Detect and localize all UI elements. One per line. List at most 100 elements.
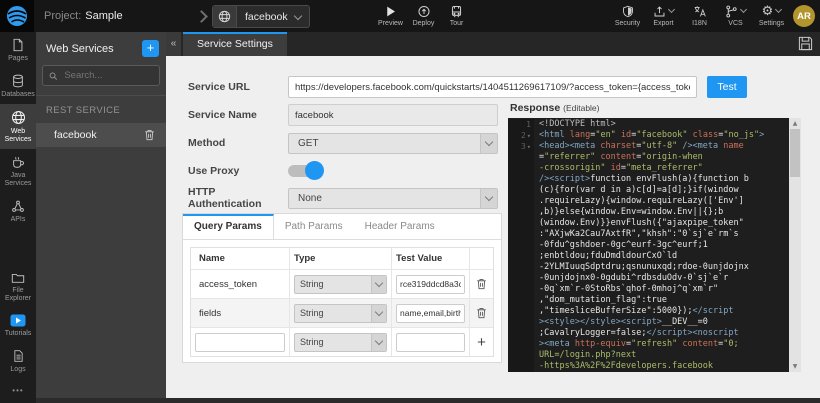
scroll-down-arrow[interactable]: ▼ <box>789 363 801 370</box>
service-url-label: Service URL <box>188 81 288 93</box>
sidebar-item-logs[interactable]: Logs <box>0 343 36 379</box>
main-content: « Service Settings Service URL Test Serv… <box>166 32 820 398</box>
code-line: ;CavalryLogger=false;</script><noscript <box>508 328 789 339</box>
method-select[interactable]: GET <box>288 133 498 154</box>
avatar[interactable]: AR <box>793 5 815 27</box>
new-param-type-select[interactable]: String <box>294 333 387 352</box>
tab-header-params[interactable]: Header Params <box>354 214 446 239</box>
method-label: Method <box>188 137 288 149</box>
code-line: ="referrer" content="origin-when <box>508 152 789 163</box>
scroll-up-arrow[interactable]: ▲ <box>789 120 801 127</box>
code-line: /><script>function envFlush(a){function … <box>508 174 789 185</box>
icon-sidebar: Pages Databases Web Services Java Servic… <box>0 32 36 403</box>
code-line: ,"timesliceBufferSize":5000});</script <box>508 306 789 317</box>
search-input[interactable] <box>62 69 153 82</box>
tab-query-params[interactable]: Query Params <box>183 214 274 239</box>
line-number <box>508 251 534 262</box>
method-row: Method GET <box>188 132 498 154</box>
new-param-name-input[interactable] <box>195 333 285 352</box>
line-number <box>508 328 534 339</box>
preview-button[interactable]: Preview <box>376 0 405 32</box>
sidebar-item-apis[interactable]: APIs <box>0 193 36 229</box>
response-editable-note: (Editable) <box>563 103 599 113</box>
search-icon <box>49 71 57 81</box>
test-button[interactable]: Test <box>707 76 747 98</box>
response-title: Response <box>510 102 560 114</box>
http-auth-select[interactable]: None <box>288 188 498 209</box>
code-line: -0unjdojnx0-0gdubi^rdbsduOdv-0`sj`e`r <box>508 273 789 284</box>
sidebar-item-tutorials[interactable]: Tutorials <box>0 308 36 343</box>
play-icon <box>384 5 397 18</box>
globe-icon <box>11 110 26 125</box>
editor-scrollbar[interactable]: ▲ ▼ <box>789 118 801 372</box>
line-number: 1 <box>508 119 534 130</box>
sidebar-item-pages[interactable]: Pages <box>0 32 36 68</box>
tab-path-params[interactable]: Path Params <box>274 214 354 239</box>
api-nodes-icon <box>11 199 25 213</box>
sidebar-item-file-explorer[interactable]: File Explorer <box>0 265 36 308</box>
settings-button[interactable]: ⚙ Settings <box>757 6 786 27</box>
service-name-input[interactable] <box>288 104 498 126</box>
project-name: Sample <box>85 10 122 22</box>
add-service-button[interactable]: + <box>142 40 159 57</box>
line-number <box>508 306 534 317</box>
param-test-value-input[interactable] <box>396 275 465 294</box>
new-param-test-value-input[interactable] <box>396 333 465 352</box>
line-number <box>508 163 534 174</box>
trash-icon[interactable] <box>476 307 487 319</box>
coffee-icon <box>11 155 25 169</box>
search-box[interactable] <box>42 65 160 86</box>
code-editor-lines[interactable]: 1<!DOCTYPE html>2▾<html lang="en" id="fa… <box>508 118 789 372</box>
sidebar-item-web-services[interactable]: Web Services <box>0 104 36 149</box>
code-line: :"AXjwKa2Cau7AxtfR","khsh":"0`sj`e`rm`s <box>508 229 789 240</box>
web-services-panel: Web Services + REST SERVICE facebook <box>36 32 166 398</box>
service-name-label: Service Name <box>188 109 288 121</box>
more-options-button[interactable]: ••• <box>0 386 36 395</box>
sidebar-item-label: Databases <box>1 91 34 99</box>
table-new-row: String + <box>191 328 493 356</box>
param-type-value: String <box>300 308 324 318</box>
http-auth-value: None <box>298 193 322 204</box>
toggle-knob <box>305 161 324 180</box>
chevron-down-icon <box>480 134 497 153</box>
param-type-select[interactable]: String <box>294 275 387 294</box>
sidebar-item-databases[interactable]: Databases <box>0 68 36 104</box>
use-proxy-toggle[interactable] <box>288 165 321 177</box>
collapse-panel-button[interactable]: « <box>166 32 181 56</box>
shield-icon <box>622 5 634 18</box>
sidebar-item-label: Java Services <box>0 172 36 188</box>
topbar: Project: Sample facebook Preview Deploy <box>0 0 820 32</box>
save-icon[interactable] <box>798 36 813 51</box>
i18n-button[interactable]: I18N <box>685 5 714 27</box>
param-type-select[interactable]: String <box>294 304 387 323</box>
http-auth-label: HTTP Authentication <box>188 186 288 210</box>
tab-service-settings[interactable]: Service Settings <box>183 32 287 56</box>
security-button[interactable]: Security <box>613 5 642 27</box>
sidebar-item-label: Tutorials <box>5 330 32 338</box>
service-list-item-facebook[interactable]: facebook <box>36 123 166 147</box>
code-line: ><meta http-equiv="refresh" content="0; <box>508 339 789 350</box>
line-number <box>508 185 534 196</box>
app-selector-dropdown[interactable]: facebook <box>212 5 310 28</box>
app-logo[interactable] <box>0 0 34 32</box>
col-header-actions <box>469 248 493 269</box>
scrollbar-thumb[interactable] <box>790 129 800 177</box>
sidebar-item-java-services[interactable]: Java Services <box>0 149 36 193</box>
logs-icon <box>12 349 25 363</box>
add-param-button[interactable]: + <box>477 335 486 350</box>
line-number <box>508 361 534 372</box>
response-editor[interactable]: 1<!DOCTYPE html>2▾<html lang="en" id="fa… <box>508 118 801 372</box>
tour-button[interactable]: Tour <box>442 0 471 32</box>
trash-icon[interactable] <box>476 278 487 290</box>
chevron-down-icon <box>775 6 782 13</box>
deploy-button[interactable]: Deploy <box>409 0 438 32</box>
service-url-input[interactable] <box>288 76 697 98</box>
trash-icon[interactable] <box>144 129 155 141</box>
line-number <box>508 284 534 295</box>
params-table: Name Type Test Value access_token String <box>190 247 494 357</box>
export-button[interactable]: Export <box>649 5 678 27</box>
param-test-value-input[interactable] <box>396 304 465 323</box>
code-line: ;enbtldou;fduDmdldourCxO`ld <box>508 251 789 262</box>
vcs-button[interactable]: VCS <box>721 5 750 27</box>
bottom-bar <box>0 398 820 403</box>
